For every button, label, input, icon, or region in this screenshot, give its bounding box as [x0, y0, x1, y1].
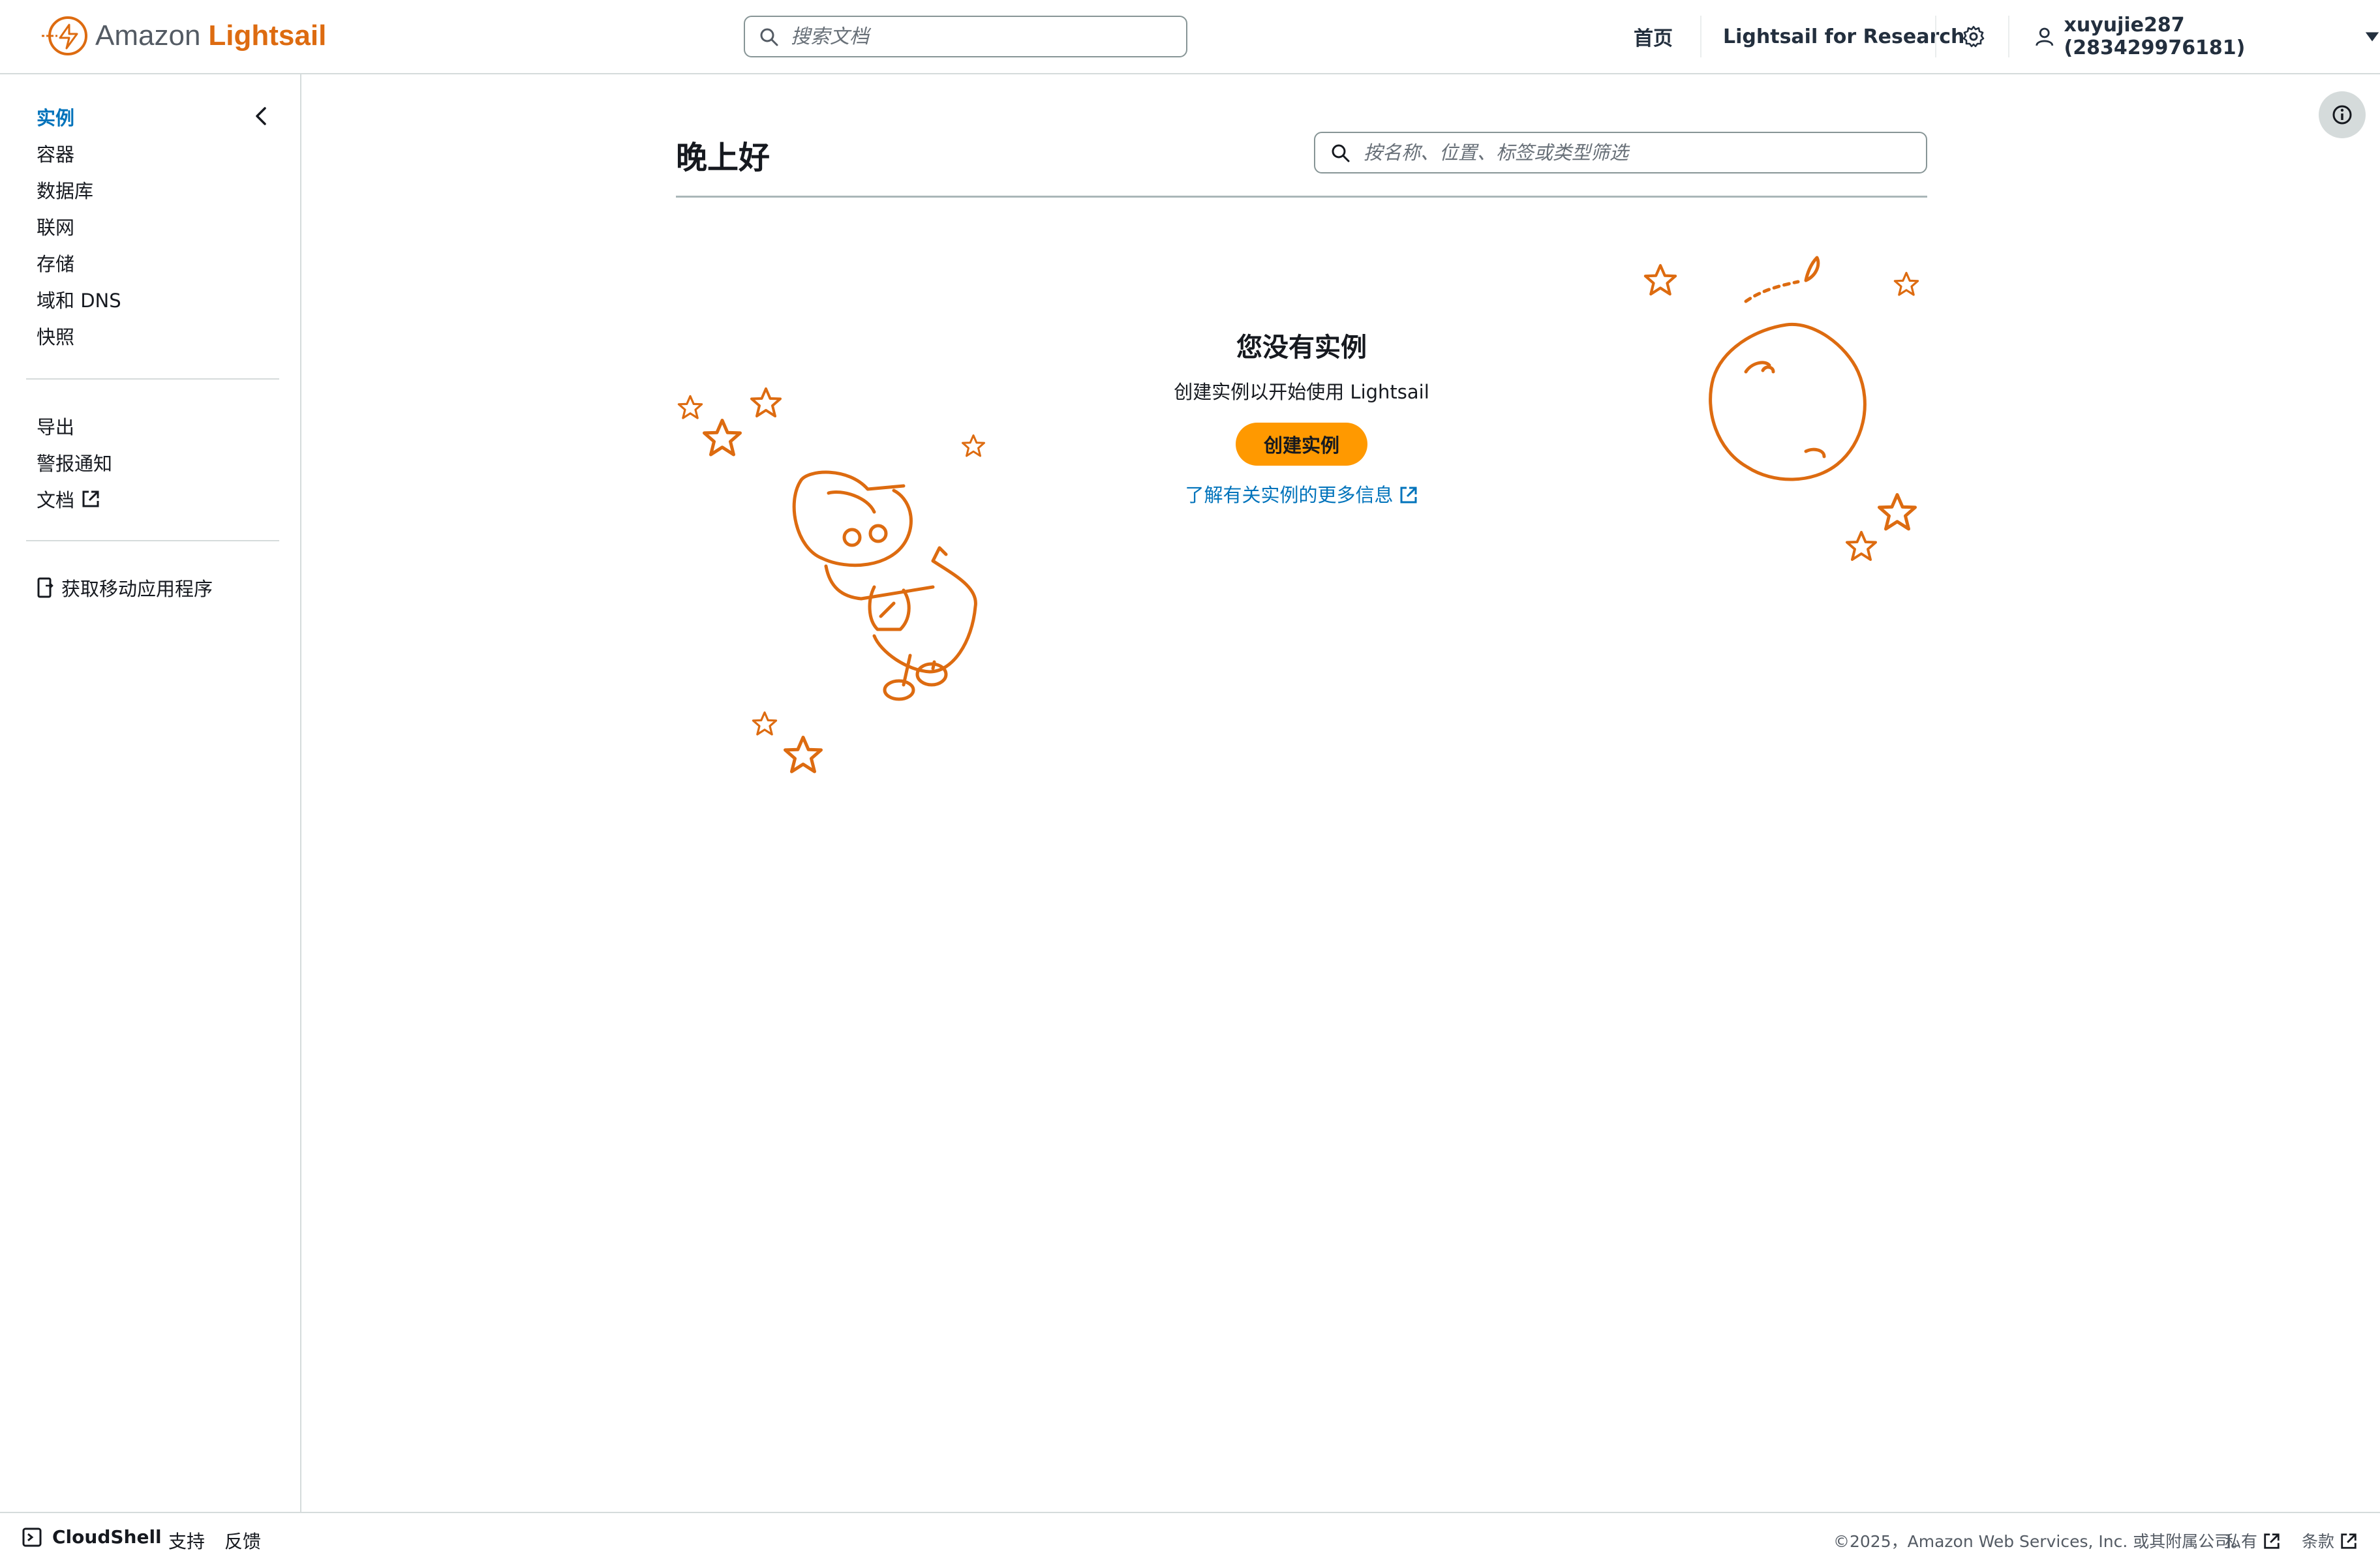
moon-icon — [1709, 256, 1867, 481]
feedback-link[interactable]: 反馈 — [224, 1527, 261, 1554]
title-divider — [676, 196, 1927, 198]
nav-home-link[interactable]: 首页 — [1634, 0, 1673, 73]
terminal-icon — [22, 1527, 42, 1546]
sidebar-item-documentation-label: 文档 — [37, 489, 75, 511]
settings-gear-icon[interactable] — [1962, 25, 1985, 48]
caret-down-icon — [2365, 32, 2379, 42]
instance-filter — [1314, 132, 1927, 173]
sidebar-item-instances[interactable]: 实例 — [37, 103, 74, 130]
brand-lightsail-text: Lightsail — [208, 20, 327, 52]
documentation-search — [744, 16, 1187, 57]
privacy-label: 私有 — [2225, 1532, 2258, 1551]
star-icon — [705, 421, 740, 455]
lightsail-logo[interactable]: Amazon Lightsail — [40, 13, 326, 59]
star-icon — [1846, 531, 1877, 561]
external-link-icon — [1400, 487, 1416, 504]
nav-divider — [1700, 16, 1701, 57]
nav-divider — [2008, 16, 2009, 57]
page-title: 晚上好 — [676, 140, 770, 176]
empty-state-illustration — [677, 256, 1919, 1564]
star-icon — [1645, 265, 1675, 294]
terms-link[interactable]: 条款 — [2302, 1529, 2358, 1552]
sidebar-item-networking[interactable]: 联网 — [37, 213, 74, 240]
robot-icon — [792, 470, 977, 701]
copyright-text: ©2025，Amazon Web Services, Inc. 或其附属公司。 — [1833, 1532, 2248, 1551]
star-icon — [752, 711, 778, 736]
external-link-icon — [82, 490, 99, 507]
sidebar-divider — [26, 540, 279, 541]
external-link-icon — [2264, 1533, 2280, 1549]
sidebar-item-documentation[interactable]: 文档 — [37, 485, 100, 513]
page-footer: CloudShell 支持 反馈 ©2025，Amazon Web Servic… — [0, 1512, 2380, 1564]
cloudshell-button[interactable]: CloudShell — [22, 1526, 162, 1548]
collapse-sidebar-chevron-left-icon[interactable] — [249, 104, 273, 128]
sidebar-item-mobile-app[interactable]: 获取移动应用程序 — [37, 574, 213, 601]
user-icon — [2036, 27, 2054, 46]
support-link[interactable]: 支持 — [168, 1527, 205, 1554]
star-icon — [1893, 271, 1919, 296]
sidebar-item-snapshots[interactable]: 快照 — [37, 322, 74, 350]
star-icon — [750, 387, 782, 417]
nav-research-link[interactable]: Lightsail for Research — [1723, 0, 1964, 73]
learn-more-label: 了解有关实例的更多信息 — [1185, 484, 1394, 506]
learn-more-link[interactable]: 了解有关实例的更多信息 — [1044, 480, 1559, 507]
star-icon — [962, 434, 985, 457]
sidebar-divider — [26, 378, 279, 380]
search-icon — [1332, 144, 1350, 162]
empty-state-subtitle: 创建实例以开始使用 Lightsail — [1174, 381, 1429, 403]
sidebar-item-alert-notifications[interactable]: 警报通知 — [37, 449, 112, 476]
cloudshell-label: CloudShell — [52, 1526, 162, 1548]
sidebar-item-storage[interactable]: 存储 — [37, 249, 74, 277]
side-navigation: 实例 容器 数据库 联网 存储 域和 DNS 快照 导出 警报通知 文档 获取移… — [0, 74, 301, 1512]
star-icon — [786, 738, 821, 772]
star-icon — [677, 395, 703, 419]
mobile-app-icon — [37, 577, 53, 598]
sidebar-item-databases[interactable]: 数据库 — [37, 176, 93, 203]
nav-divider — [1935, 16, 1936, 57]
sidebar-item-containers[interactable]: 容器 — [37, 140, 74, 167]
privacy-link[interactable]: 私有 — [2225, 1529, 2281, 1552]
external-link-icon — [2341, 1533, 2357, 1549]
empty-state-title: 您没有实例 — [1236, 333, 1367, 363]
search-icon — [760, 28, 778, 46]
create-instance-button[interactable]: 创建实例 — [1236, 423, 1367, 466]
star-icon — [1880, 495, 1915, 530]
info-panel-button[interactable] — [2319, 91, 2366, 138]
top-navigation-bar: Amazon Lightsail 首页 Lightsail for Resear… — [0, 0, 2380, 74]
lightsail-logo-icon — [42, 16, 87, 55]
brand-amazon-text: Amazon — [95, 20, 201, 52]
info-icon — [2332, 105, 2352, 125]
sidebar-item-domains-dns[interactable]: 域和 DNS — [37, 286, 121, 313]
terms-label: 条款 — [2302, 1532, 2335, 1551]
sidebar-item-exports[interactable]: 导出 — [37, 412, 74, 440]
account-name: xuyujie287 (283429976181) — [2064, 14, 2246, 59]
account-menu[interactable]: xuyujie287 (283429976181) — [2034, 0, 2380, 73]
mobile-app-label: 获取移动应用程序 — [61, 578, 213, 600]
instance-filter-input[interactable] — [1364, 138, 1912, 167]
documentation-search-input[interactable] — [791, 22, 1176, 51]
